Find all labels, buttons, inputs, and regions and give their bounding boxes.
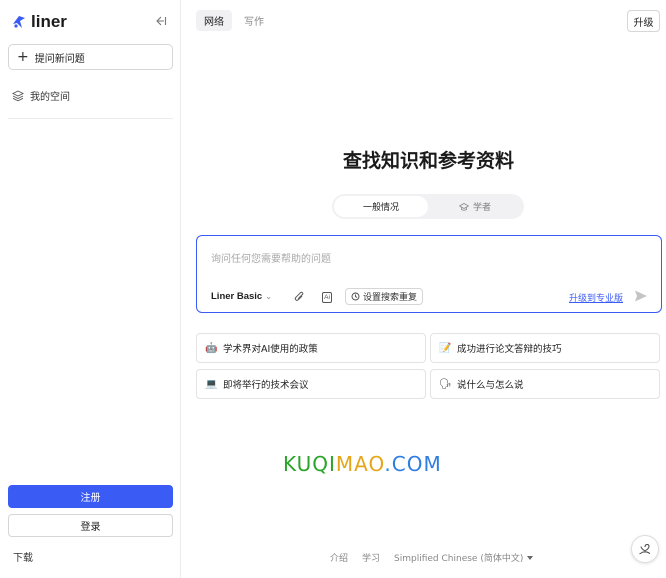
brand-name: liner [31, 12, 67, 31]
login-button[interactable]: 登录 [8, 514, 173, 537]
tab-web[interactable]: 网络 [196, 10, 232, 31]
caret-down-icon [527, 555, 534, 560]
tab-write[interactable]: 写作 [236, 10, 272, 31]
search-input[interactable]: 询问任何您需要帮助的问题 [211, 250, 331, 265]
learn-link[interactable]: 学习 [362, 551, 380, 564]
suggestion-card[interactable]: 🗣 说什么与怎么说 [430, 369, 660, 399]
search-priority-button[interactable]: 设置搜索重复 [345, 288, 424, 305]
my-space-label: 我的空间 [30, 92, 70, 103]
suggestion-card[interactable]: 📝 成功进行论文答辩的技巧 [430, 333, 660, 363]
signup-button[interactable]: 注册 [8, 485, 173, 508]
ai-tool-icon[interactable]: Ai [320, 290, 334, 304]
sidebar: liner + 提问新问题 我的空间 注册 登录 下载 [0, 0, 181, 578]
app-root: liner + 提问新问题 我的空间 注册 登录 下载 网络 写作 升级 查找知… [0, 0, 666, 578]
language-selector[interactable]: Simplified Chinese (简体中文) [394, 551, 534, 564]
collapse-sidebar-icon[interactable] [153, 14, 169, 30]
sidebar-divider [8, 118, 173, 119]
suggestion-label: 说什么与怎么说 [457, 380, 524, 391]
page-title: 查找知识和参考资料 [342, 150, 514, 172]
new-question-label: 提问新问题 [34, 53, 85, 65]
upgrade-button[interactable]: 升级 [627, 10, 660, 32]
model-selector[interactable]: Liner Basic ⌄ [211, 291, 272, 302]
upgrade-pro-link[interactable]: 升级到专业版 [569, 291, 623, 304]
footer: 介绍 学习 Simplified Chinese (简体中文) [330, 551, 534, 564]
memo-icon: 📝 [439, 342, 452, 354]
download-link[interactable]: 下载 [13, 549, 33, 564]
suggestion-card[interactable]: 💻 即将举行的技术会议 [196, 369, 426, 399]
laptop-icon: 💻 [205, 378, 218, 390]
brand-logo[interactable]: liner [12, 12, 67, 32]
chevron-down-icon: ⌄ [265, 292, 272, 301]
layers-icon [12, 89, 24, 101]
model-label: Liner Basic [211, 291, 263, 302]
language-label: Simplified Chinese (简体中文) [394, 554, 524, 564]
segment-general[interactable]: 一般情况 [334, 196, 428, 217]
suggestion-label: 成功进行论文答辩的技巧 [457, 344, 562, 355]
speaking-head-icon: 🗣 [439, 378, 452, 390]
attach-icon[interactable] [292, 290, 306, 304]
search-priority-label: 设置搜索重复 [363, 293, 418, 303]
robot-icon: 🤖 [205, 342, 218, 354]
feedback-button[interactable] [631, 535, 659, 563]
intro-link[interactable]: 介绍 [330, 551, 348, 564]
plus-icon: + [17, 49, 29, 65]
mode-segmented-control: 一般情况 学者 [332, 194, 524, 219]
suggestion-card[interactable]: 🤖 学术界对AI使用的政策 [196, 333, 426, 363]
refresh-settings-icon [351, 292, 360, 301]
heart-hand-icon [639, 543, 651, 555]
segment-general-label: 一般情况 [362, 203, 399, 213]
liner-logo-icon [13, 16, 25, 28]
segment-scholar[interactable]: 学者 [428, 196, 522, 217]
suggestion-label: 学术界对AI使用的政策 [223, 344, 318, 355]
send-icon[interactable] [634, 289, 648, 303]
my-space-item[interactable]: 我的空间 [12, 88, 70, 103]
segment-scholar-label: 学者 [472, 203, 491, 213]
graduation-cap-icon [458, 202, 469, 211]
search-box[interactable]: 询问任何您需要帮助的问题 Liner Basic ⌄ Ai 设置搜索重复 升级到… [196, 235, 662, 313]
suggestion-label: 即将举行的技术会议 [223, 380, 309, 391]
watermark: KUQIMAO.COM [283, 452, 442, 476]
new-question-button[interactable]: + 提问新问题 [8, 44, 173, 70]
